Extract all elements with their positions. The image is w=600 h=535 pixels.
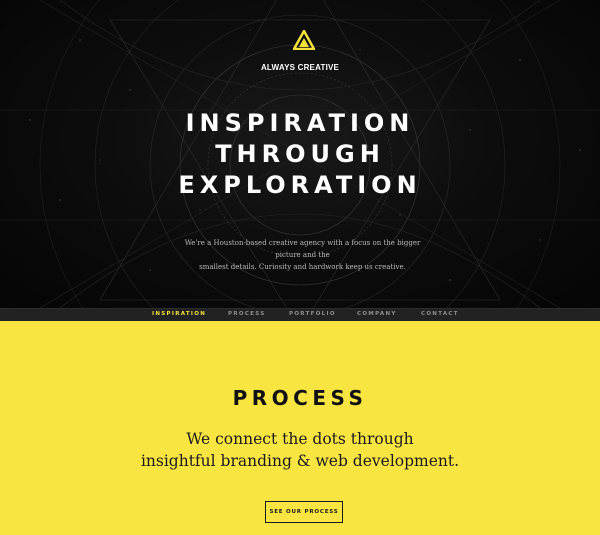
process-title: PROCESS: [232, 386, 368, 410]
triangle-logo-icon[interactable]: [293, 30, 315, 50]
brand-name: ALWAYS CREATIVE: [260, 63, 340, 72]
nav-item-process[interactable]: PROCESS: [228, 311, 266, 317]
headline-line: THROUGH: [215, 140, 385, 168]
process-line: We connect the dots through: [186, 430, 414, 448]
process-line: insightful branding & web development.: [140, 452, 460, 470]
headline-line: INSPIRATION: [185, 109, 415, 137]
hero-section: ALWAYS CREATIVE INSPIRATION THROUGH EXPL…: [0, 0, 600, 308]
intro-line: We're a Houston-based creative agency wi…: [184, 239, 421, 259]
see-our-process-button[interactable]: SEE OUR PROCESS: [265, 501, 343, 523]
hero-headline: INSPIRATION THROUGH EXPLORATION: [0, 108, 600, 201]
process-description: We connect the dots through insightful b…: [0, 428, 600, 472]
nav-item-inspiration[interactable]: INSPIRATION: [152, 311, 206, 317]
main-nav: INSPIRATION PROCESS PORTFOLIO COMPANY CO…: [0, 308, 600, 321]
process-section: PROCESS We connect the dots through insi…: [0, 321, 600, 535]
nav-item-portfolio[interactable]: PORTFOLIO: [289, 311, 336, 317]
headline-line: EXPLORATION: [178, 171, 422, 199]
intro-line: smallest details. Curiosity and hardwork…: [199, 263, 406, 271]
nav-item-company[interactable]: COMPANY: [357, 311, 397, 317]
nav-item-contact[interactable]: CONTACT: [421, 311, 459, 317]
intro-text: We're a Houston-based creative agency wi…: [180, 237, 425, 273]
